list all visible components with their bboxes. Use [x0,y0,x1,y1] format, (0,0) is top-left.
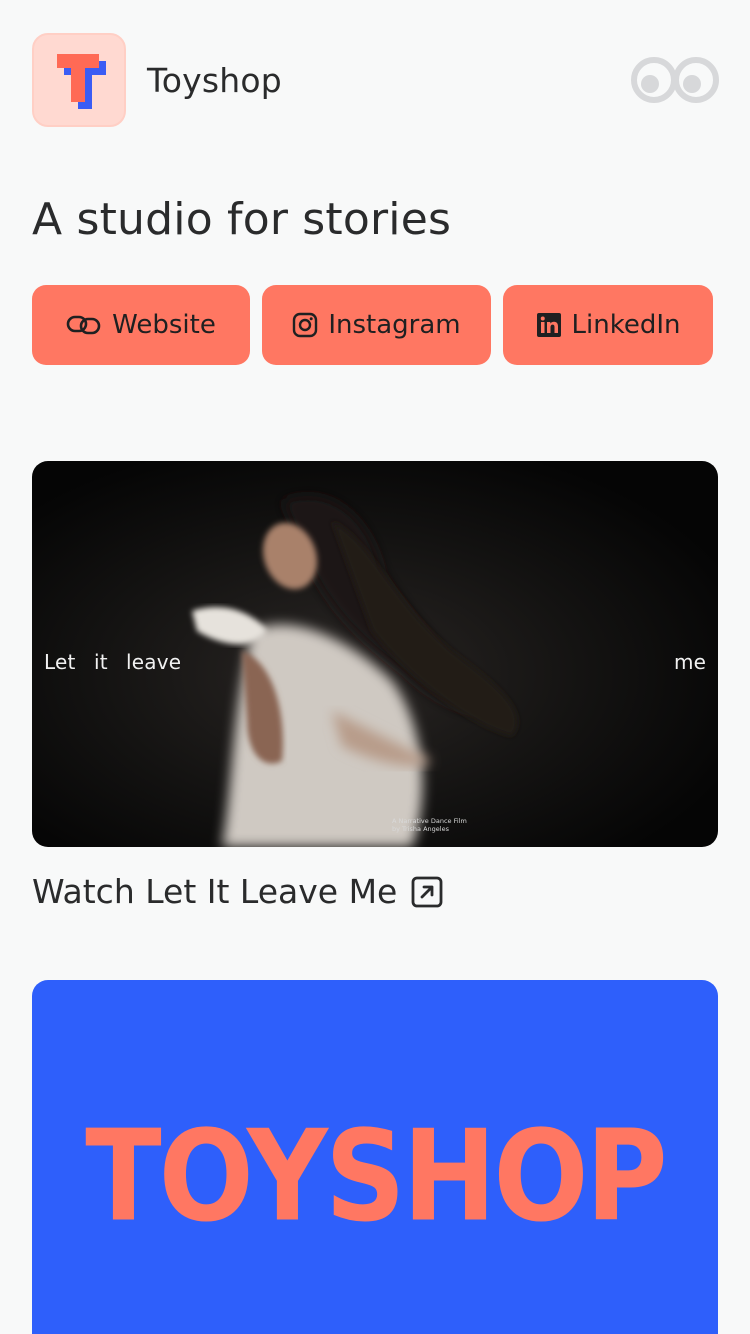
link-icon [66,315,101,335]
website-button[interactable]: Website [32,285,250,365]
instagram-button[interactable]: Instagram [262,285,491,365]
credit-line: A Narrative Dance Film [392,817,467,825]
instagram-label: Instagram [328,310,461,340]
toyshop-brand-card[interactable]: TOYSHOP [32,980,718,1334]
linkedin-icon [536,313,561,337]
overlay-word: me [674,650,707,674]
brand-wordmark: TOYSHOP [85,1104,667,1250]
credit-line: by Trisha Angeles [392,825,449,833]
external-link-arrow-icon [411,876,443,907]
page-title: A studio for stories [32,194,452,245]
instagram-icon [293,312,318,338]
website-label: Website [112,310,216,340]
watch-film-link[interactable]: Watch Let It Leave Me [32,872,443,911]
social-links: Website Instagram LinkedIn [32,285,713,365]
overlay-word: Let [44,650,76,674]
overlay-word: it [94,650,108,674]
video-thumbnail[interactable]: Let it leave me A Narrative Dance Film b… [32,461,718,847]
brand-name: Toyshop [147,60,282,100]
link-page: Toyshop A studio for stories Website Ins… [0,0,750,1334]
watch-film-label: Watch Let It Leave Me [32,872,398,911]
overlay-word: leave [126,650,182,674]
linkedin-label: LinkedIn [571,310,681,340]
toyshop-t-logo-icon [57,54,106,109]
linktree-infinity-icon[interactable] [630,56,720,104]
brand-logo [32,33,126,127]
linkedin-button[interactable]: LinkedIn [503,285,713,365]
film-credit: A Narrative Dance Film by Trisha Angeles [392,817,467,833]
profile-header: Toyshop [32,32,720,128]
